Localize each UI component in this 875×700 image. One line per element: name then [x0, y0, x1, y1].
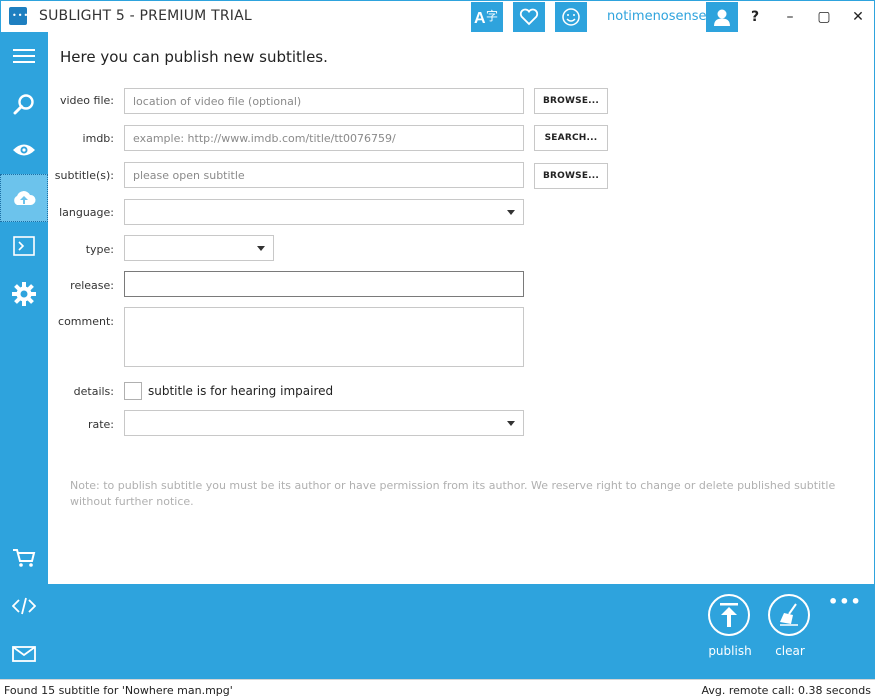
chevron-down-icon: [257, 246, 265, 251]
publish-icon: [708, 594, 750, 636]
release-label: release:: [70, 279, 114, 292]
chevron-down-icon: [507, 421, 515, 426]
clear-button[interactable]: clear: [768, 594, 812, 658]
publish-panel: Here you can publish new subtitles. vide…: [48, 32, 875, 584]
mail-icon[interactable]: [0, 630, 48, 678]
publish-note: Note: to publish subtitle you must be it…: [70, 479, 836, 508]
video-file-label: video file:: [59, 94, 114, 107]
details-label: details:: [73, 385, 114, 398]
imdb-search-button[interactable]: SEARCH...: [534, 125, 608, 151]
language-label: language:: [59, 206, 114, 219]
subtitles-input[interactable]: please open subtitle: [124, 162, 524, 188]
type-label: type:: [85, 243, 114, 256]
subtitles-label: subtitle(s):: [54, 169, 114, 182]
video-browse-button[interactable]: BROWSE...: [534, 88, 608, 114]
page-title: Here you can publish new subtitles.: [60, 48, 328, 66]
gear-icon[interactable]: [0, 270, 48, 318]
imdb-label: imdb:: [82, 132, 114, 145]
eye-icon[interactable]: [0, 126, 48, 174]
minimize-button[interactable]: –: [779, 6, 801, 28]
translate-icon[interactable]: A字: [471, 2, 503, 32]
help-button[interactable]: ?: [744, 6, 766, 28]
remote-call-time: Avg. remote call: 0.38 seconds: [701, 684, 872, 697]
app-logo-icon: •••: [9, 7, 28, 25]
rate-select[interactable]: [124, 410, 524, 436]
title-bar: ••• SUBLIGHT 5 - PREMIUM TRIAL A字 notime…: [0, 0, 875, 32]
close-button[interactable]: ✕: [847, 6, 869, 28]
video-file-input[interactable]: location of video file (optional): [124, 88, 524, 114]
smiley-icon[interactable]: [555, 2, 587, 32]
more-options-button[interactable]: •••: [828, 592, 862, 611]
subtitle-browse-button[interactable]: BROWSE...: [534, 163, 608, 189]
sidebar: [0, 32, 48, 679]
publish-label: publish: [708, 644, 752, 658]
user-icon[interactable]: [706, 2, 738, 32]
comment-label: comment:: [58, 315, 114, 328]
comment-textarea[interactable]: [124, 307, 524, 367]
svg-text:A: A: [474, 10, 486, 27]
clear-label: clear: [775, 644, 805, 658]
maximize-button[interactable]: ▢: [813, 6, 835, 28]
broom-icon: [768, 594, 810, 636]
code-icon[interactable]: [0, 582, 48, 630]
window-title: SUBLIGHT 5 - PREMIUM TRIAL: [39, 8, 252, 24]
imdb-input[interactable]: example: http://www.imdb.com/title/tt007…: [124, 125, 524, 151]
status-bar: Found 15 subtitle for 'Nowhere man.mpg' …: [0, 679, 875, 700]
heart-icon[interactable]: [513, 2, 545, 32]
username-link[interactable]: notimenosense: [607, 9, 707, 24]
rate-label: rate:: [87, 418, 114, 431]
status-message: Found 15 subtitle for 'Nowhere man.mpg': [4, 684, 233, 697]
svg-text:字: 字: [486, 8, 498, 23]
hearing-impaired-label[interactable]: subtitle is for hearing impaired: [148, 384, 333, 398]
hearing-impaired-checkbox[interactable]: [124, 382, 142, 400]
menu-icon[interactable]: [0, 32, 48, 80]
cart-icon[interactable]: [0, 534, 48, 582]
release-input[interactable]: [124, 271, 524, 297]
search-icon[interactable]: [0, 80, 48, 128]
cloud-upload-icon[interactable]: [0, 174, 48, 222]
type-select[interactable]: [124, 235, 274, 261]
publish-button[interactable]: publish: [708, 594, 752, 658]
terminal-icon[interactable]: [0, 222, 48, 270]
chevron-down-icon: [507, 210, 515, 215]
language-select[interactable]: [124, 199, 524, 225]
action-bar: publish clear •••: [48, 584, 875, 679]
